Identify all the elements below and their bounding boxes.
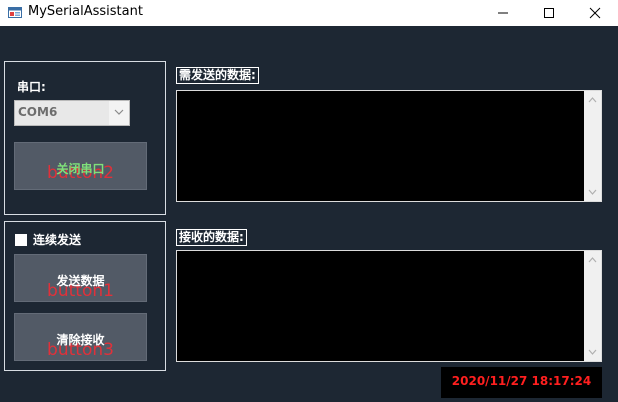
send-data-label-title: 需发送的数据: xyxy=(176,67,259,84)
chevron-down-icon[interactable] xyxy=(588,349,597,355)
continuous-send-label[interactable]: 连续发送 xyxy=(33,231,81,248)
datetime-text: 2020/11/27 18:17:24 xyxy=(451,374,592,388)
chevron-up-icon[interactable] xyxy=(588,257,597,263)
receive-scrollbar[interactable] xyxy=(584,251,601,361)
title-bar: MySerialAssistant xyxy=(0,0,618,26)
close-button[interactable] xyxy=(572,0,618,26)
clear-receive-label: 清除接收 xyxy=(56,333,105,347)
minimize-icon xyxy=(498,12,508,14)
datetime-panel: 2020/11/27 18:17:24 xyxy=(441,367,602,398)
send-textbox[interactable] xyxy=(176,90,602,202)
toggle-port-button[interactable]: button2 关闭串口 xyxy=(14,142,147,190)
send-scrollbar[interactable] xyxy=(584,91,601,201)
port-label: 串口: xyxy=(17,80,46,94)
maximize-icon xyxy=(544,8,554,18)
app-icon xyxy=(8,7,22,18)
port-select-value: COM6 xyxy=(18,105,58,119)
toggle-port-label: 关闭串口 xyxy=(56,162,105,176)
chevron-down-icon[interactable] xyxy=(588,189,597,195)
port-select-dropdown[interactable] xyxy=(109,101,129,125)
clear-receive-button[interactable]: button3 清除接收 xyxy=(14,313,147,361)
close-icon xyxy=(589,7,601,19)
client-area: 串口: COM6 button2 关闭串口 连续发送 button1 发送数据 … xyxy=(0,26,618,402)
receive-data-label-title: 接收的数据: xyxy=(176,229,247,246)
minimize-button[interactable] xyxy=(480,0,526,26)
continuous-send-checkbox[interactable] xyxy=(15,234,27,246)
send-data-button[interactable]: button1 发送数据 xyxy=(14,254,147,302)
maximize-button[interactable] xyxy=(526,0,572,26)
window-title: MySerialAssistant xyxy=(28,4,143,19)
send-data-label: 发送数据 xyxy=(56,274,105,288)
chevron-up-icon[interactable] xyxy=(588,97,597,103)
chevron-down-icon xyxy=(114,109,124,115)
receive-textbox[interactable] xyxy=(176,250,602,362)
port-select[interactable]: COM6 xyxy=(14,100,130,126)
